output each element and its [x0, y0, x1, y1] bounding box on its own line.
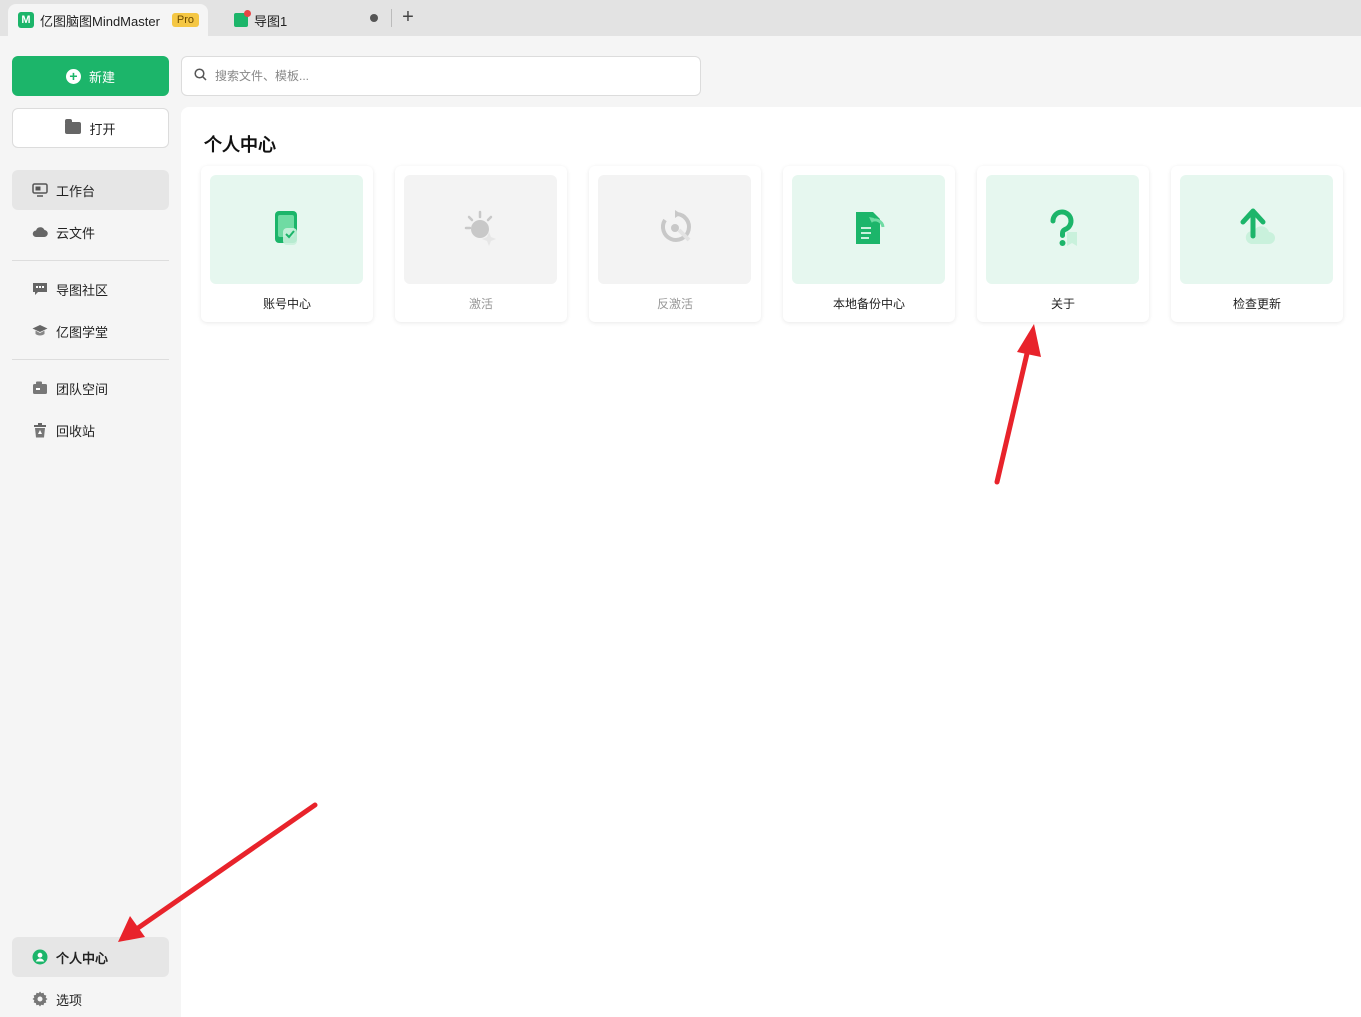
mindmaster-logo-icon: M [18, 12, 34, 28]
sidebar-item-label: 个人中心 [56, 950, 109, 966]
local-backup-icon [849, 208, 889, 251]
sidebar-item-label: 亿图学堂 [56, 324, 109, 340]
dashboard-icon [32, 183, 48, 197]
app-tab[interactable]: M 亿图脑图MindMaster Pro [8, 4, 208, 36]
tab-divider [391, 9, 392, 27]
sidebar-item-team-space[interactable]: 团队空间 [12, 368, 169, 408]
card-deactivate[interactable]: 反激活 [589, 166, 761, 322]
app-tab-label: 亿图脑图MindMaster [40, 13, 160, 29]
sidebar-item-cloud-files[interactable]: 云文件 [12, 212, 169, 252]
card-image [598, 175, 751, 284]
account-icon [267, 208, 307, 251]
search-input[interactable] [215, 69, 675, 83]
search-box[interactable] [181, 56, 701, 96]
unsaved-dot-icon[interactable] [370, 14, 378, 22]
card-image [404, 175, 557, 284]
card-about[interactable]: 关于 [977, 166, 1149, 322]
user-circle-icon [32, 949, 48, 965]
sidebar-item-label: 云文件 [56, 225, 96, 241]
check-update-icon [1237, 208, 1277, 251]
sidebar-item-options[interactable]: 选项 [12, 979, 169, 1017]
deactivate-icon [655, 208, 695, 251]
sidebar-item-label: 导图社区 [56, 282, 109, 298]
card-label: 检查更新 [1232, 297, 1281, 311]
open-button[interactable]: 打开 [12, 108, 169, 148]
sidebar-item-workbench[interactable]: 工作台 [12, 170, 169, 210]
new-button[interactable]: + 新建 [12, 56, 169, 96]
graduation-cap-icon [32, 324, 48, 338]
card-account-center[interactable]: 账号中心 [201, 166, 373, 322]
add-tab-button[interactable]: + [398, 6, 418, 28]
card-label: 激活 [468, 297, 493, 311]
sidebar-item-label: 团队空间 [56, 381, 109, 397]
community-icon [32, 282, 48, 296]
main-panel: 个人中心 账号中心 激活 反激活 本地备份中心 关于 检查更新 [181, 107, 1361, 1017]
folder-icon [65, 119, 82, 134]
sidebar-divider [12, 260, 169, 261]
page-title: 个人中心 [204, 135, 276, 155]
sidebar-item-personal-center[interactable]: 个人中心 [12, 937, 169, 977]
sidebar-divider [12, 359, 169, 360]
plus-circle-icon: + [65, 68, 81, 84]
document-tab-label: 导图1 [254, 13, 288, 29]
card-check-update[interactable]: 检查更新 [1171, 166, 1343, 322]
card-image [210, 175, 363, 284]
sidebar: + 新建 打开 工作台 云文件 导图社区 亿图学堂 团队空间 回收站 个人中心 … [0, 36, 181, 1017]
mindmap-file-icon [234, 10, 251, 27]
document-tab[interactable]: 导图1 [222, 4, 392, 36]
about-icon [1043, 208, 1083, 251]
card-label: 账号中心 [262, 297, 311, 311]
card-local-backup-center[interactable]: 本地备份中心 [783, 166, 955, 322]
card-image [986, 175, 1139, 284]
new-button-label: 新建 [88, 69, 115, 85]
card-label: 关于 [1050, 297, 1075, 311]
card-image [1180, 175, 1333, 284]
team-space-icon [32, 381, 48, 395]
open-button-label: 打开 [89, 121, 116, 137]
cloud-icon [32, 225, 48, 239]
search-icon [194, 68, 207, 84]
card-label: 反激活 [656, 297, 693, 311]
sidebar-item-label: 回收站 [56, 423, 96, 439]
sidebar-item-community[interactable]: 导图社区 [12, 269, 169, 309]
sidebar-item-label: 选项 [56, 992, 83, 1008]
sidebar-item-recycle-bin[interactable]: 回收站 [12, 410, 169, 450]
card-label: 本地备份中心 [832, 297, 905, 311]
pro-badge: Pro [171, 13, 200, 27]
sidebar-item-label: 工作台 [56, 183, 96, 199]
card-image [792, 175, 945, 284]
sidebar-item-academy[interactable]: 亿图学堂 [12, 311, 169, 351]
gear-icon [32, 991, 48, 1007]
trash-icon [32, 422, 48, 437]
activate-icon [461, 208, 501, 251]
title-bar: M 亿图脑图MindMaster Pro 导图1 + [0, 0, 1361, 36]
card-activate[interactable]: 激活 [395, 166, 567, 322]
